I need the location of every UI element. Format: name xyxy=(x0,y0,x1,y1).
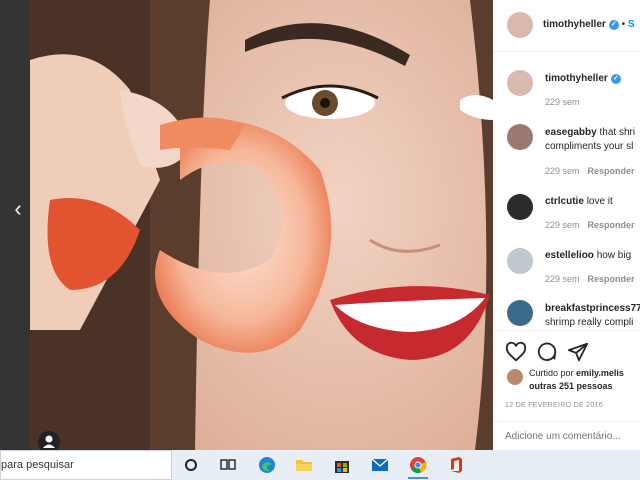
comment-time: 229 sem xyxy=(545,220,580,230)
chrome-icon[interactable] xyxy=(405,453,431,479)
comment-icon[interactable] xyxy=(536,341,558,363)
reply-button[interactable]: Responder xyxy=(588,166,635,176)
taskbar-search[interactable] xyxy=(0,450,172,480)
likes-count[interactable]: outras 251 pessoas xyxy=(529,381,613,391)
windows-taskbar xyxy=(0,450,640,480)
modal-backdrop: ‹ xyxy=(0,0,30,450)
instagram-post-modal: ‹ timothyheller ✓ • S timothyheller ✓ 22… xyxy=(0,0,640,453)
verified-icon: ✓ xyxy=(610,74,621,84)
file-explorer-icon[interactable] xyxy=(291,453,317,477)
comment-text-line: estellelioo how big xyxy=(545,250,632,261)
comment-time: 229 sem xyxy=(545,166,580,176)
comment-text-line: breakfastprincess77 xyxy=(545,303,640,314)
comment-text-line: compliments your sl xyxy=(545,141,634,152)
store-icon[interactable] xyxy=(329,453,355,477)
comment-meta: 229 sem Responder xyxy=(545,274,635,284)
comment-author[interactable]: timothyheller ✓ xyxy=(545,73,621,84)
comment-author[interactable]: estellelioo xyxy=(545,250,594,261)
reply-button[interactable]: Responder xyxy=(588,274,635,284)
post-side-panel: timothyheller ✓ • S timothyheller ✓ 229 se… xyxy=(493,0,640,450)
avatar[interactable] xyxy=(507,300,533,326)
avatar[interactable] xyxy=(507,248,533,274)
heart-icon[interactable] xyxy=(505,341,527,363)
comment-author[interactable]: easegabby xyxy=(545,127,597,138)
avatar[interactable] xyxy=(507,369,523,385)
office-icon[interactable] xyxy=(443,453,469,477)
chevron-left-icon[interactable]: ‹ xyxy=(9,196,27,222)
comment-form xyxy=(493,421,640,451)
liked-by-user[interactable]: emily.melis xyxy=(576,368,624,378)
post-header: timothyheller ✓ • S xyxy=(493,0,640,52)
edge-icon[interactable] xyxy=(254,453,280,477)
post-author-name[interactable]: timothyheller xyxy=(543,19,606,30)
avatar[interactable] xyxy=(507,12,533,38)
comment-text-line: easegabby that shri xyxy=(545,127,636,138)
comment-input[interactable] xyxy=(505,431,635,442)
share-icon[interactable] xyxy=(567,341,589,363)
post-date: 12 DE FEVEREIRO DE 2016 xyxy=(505,402,603,409)
avatar[interactable] xyxy=(507,194,533,220)
avatar[interactable] xyxy=(507,70,533,96)
mail-icon[interactable] xyxy=(367,453,393,477)
task-view-icon[interactable] xyxy=(215,453,241,477)
comment-text-line: ctrlcutie love it xyxy=(545,196,613,207)
post-author-username[interactable]: timothyheller ✓ • S xyxy=(543,19,635,30)
reply-button[interactable]: Responder xyxy=(588,220,635,230)
comment-time: 229 sem xyxy=(545,274,580,284)
taskbar-search-input[interactable] xyxy=(1,459,169,471)
comment-time: 229 sem xyxy=(545,97,580,107)
comment-meta: 229 sem Responder xyxy=(545,166,635,176)
comment-author[interactable]: breakfastprincess77 xyxy=(545,303,640,314)
avatar[interactable] xyxy=(507,124,533,150)
likes-summary[interactable]: Curtido por emily.melis outras 251 pesso… xyxy=(529,367,624,393)
follow-button[interactable]: S xyxy=(628,19,635,30)
verified-icon: ✓ xyxy=(608,20,619,30)
comment-text-line: shrimp really compli xyxy=(545,317,634,328)
cortana-icon[interactable] xyxy=(178,453,204,477)
comment-meta: 229 sem Responder xyxy=(545,220,635,230)
post-photo xyxy=(30,0,493,450)
post-actions: Curtido por emily.melis outras 251 pesso… xyxy=(493,330,640,450)
comment-author[interactable]: ctrlcutie xyxy=(545,196,584,207)
